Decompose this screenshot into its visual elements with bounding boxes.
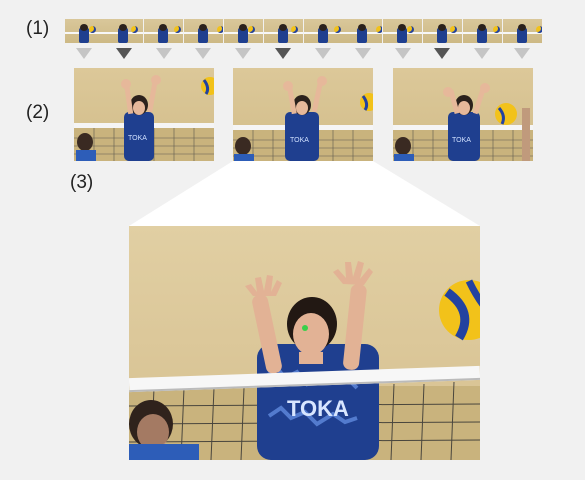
svg-text:TOKA: TOKA — [290, 137, 309, 144]
svg-text:TOKA: TOKA — [452, 137, 471, 144]
jersey-text: TOKA — [287, 396, 349, 421]
enlarged-selected-frame: TOKA — [129, 226, 480, 460]
selected-frame-3[interactable]: TOKA — [393, 68, 533, 161]
selected-frame-1[interactable]: TOKA — [74, 68, 214, 161]
selected-frame-2[interactable]: TOKA — [233, 68, 373, 161]
svg-text:TOKA: TOKA — [128, 135, 147, 142]
